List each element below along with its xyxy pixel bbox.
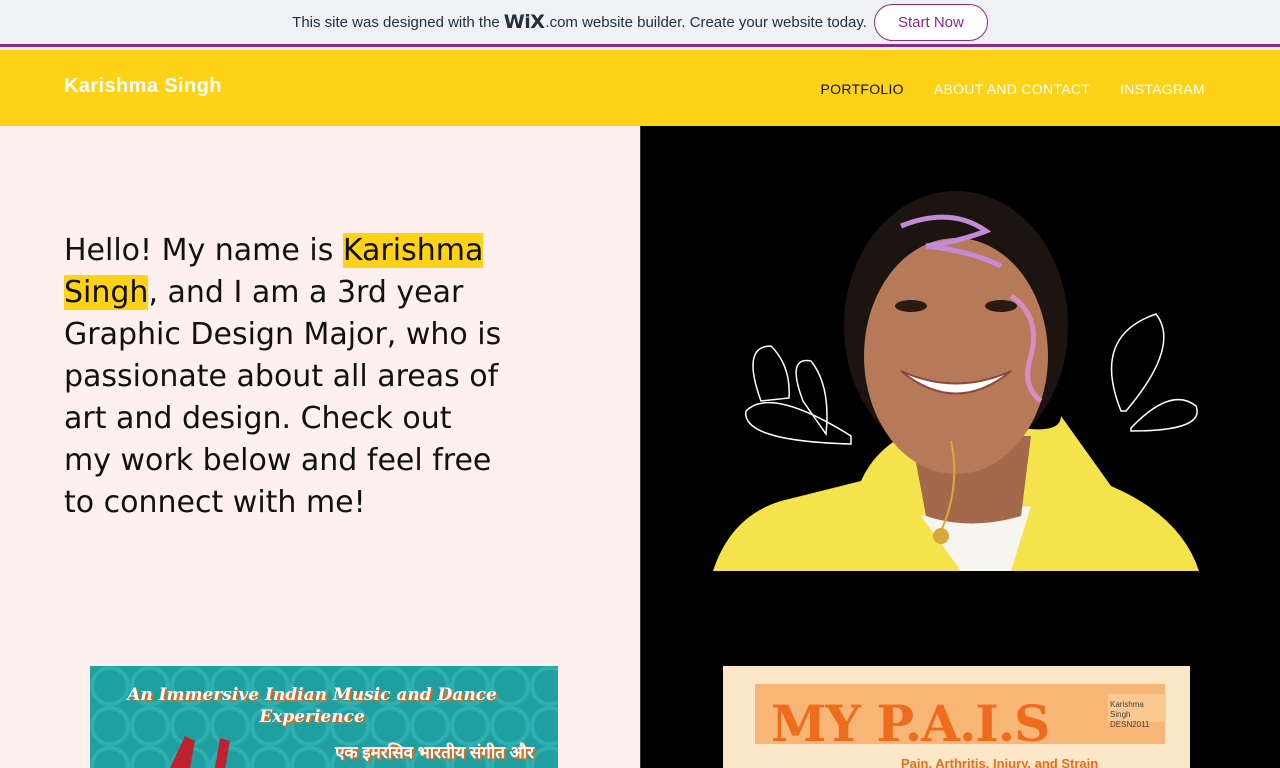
banner-text: This site was designed with the WiX .com…: [292, 11, 867, 33]
wix-banner: This site was designed with the WiX .com…: [0, 0, 1280, 47]
intro-text: Hello! My name is Karishma Singh, and I …: [64, 230, 504, 524]
site-header: Karishma Singh PORTFOLIO ABOUT AND CONTA…: [0, 50, 1280, 126]
portrait-photo: [713, 191, 1199, 571]
thumbnail-subtitle-2: Pain, Arthritis, Injury, and Strain: [901, 756, 1099, 768]
wix-logo[interactable]: WiX: [504, 11, 545, 33]
name-highlight-1: Karishma: [342, 233, 484, 268]
site-title[interactable]: Karishma Singh: [64, 75, 222, 98]
nav-instagram[interactable]: INSTAGRAM: [1120, 81, 1205, 97]
thumbnail-subtitle-1: एक इमरसिव भारतीय संगीत और: [335, 743, 534, 762]
project-thumbnail-my-pais[interactable]: MY P.A.I.S Karishma Singh DESN2011 Pain,…: [723, 666, 1190, 768]
banner-text-before: This site was designed with the: [292, 13, 500, 31]
project-thumbnail-indian-music[interactable]: An Immersive Indian Music and Dance Expe…: [90, 666, 558, 768]
main-nav: PORTFOLIO ABOUT AND CONTACT INSTAGRAM: [821, 81, 1206, 97]
name-highlight-2: Singh: [64, 275, 149, 310]
start-now-button[interactable]: Start Now: [873, 3, 988, 41]
nav-about-and-contact[interactable]: ABOUT AND CONTACT: [934, 81, 1090, 97]
nav-portfolio[interactable]: PORTFOLIO: [821, 81, 904, 97]
intro-suffix: , and I am a 3rd year Graphic Design Maj…: [64, 275, 502, 520]
splash-doodle-right: [1110, 313, 1198, 432]
intro-prefix: Hello! My name is: [64, 233, 343, 268]
thumbnail-credit-2: Karishma Singh DESN2011: [1110, 700, 1150, 729]
thumbnail-title-1: An Immersive Indian Music and Dance Expe…: [127, 685, 497, 727]
banner-text-after: .com website builder. Create your websit…: [545, 13, 867, 31]
thumbnail-title-2: MY P.A.I.S: [771, 694, 1050, 753]
splash-doodle-left: [745, 345, 852, 445]
